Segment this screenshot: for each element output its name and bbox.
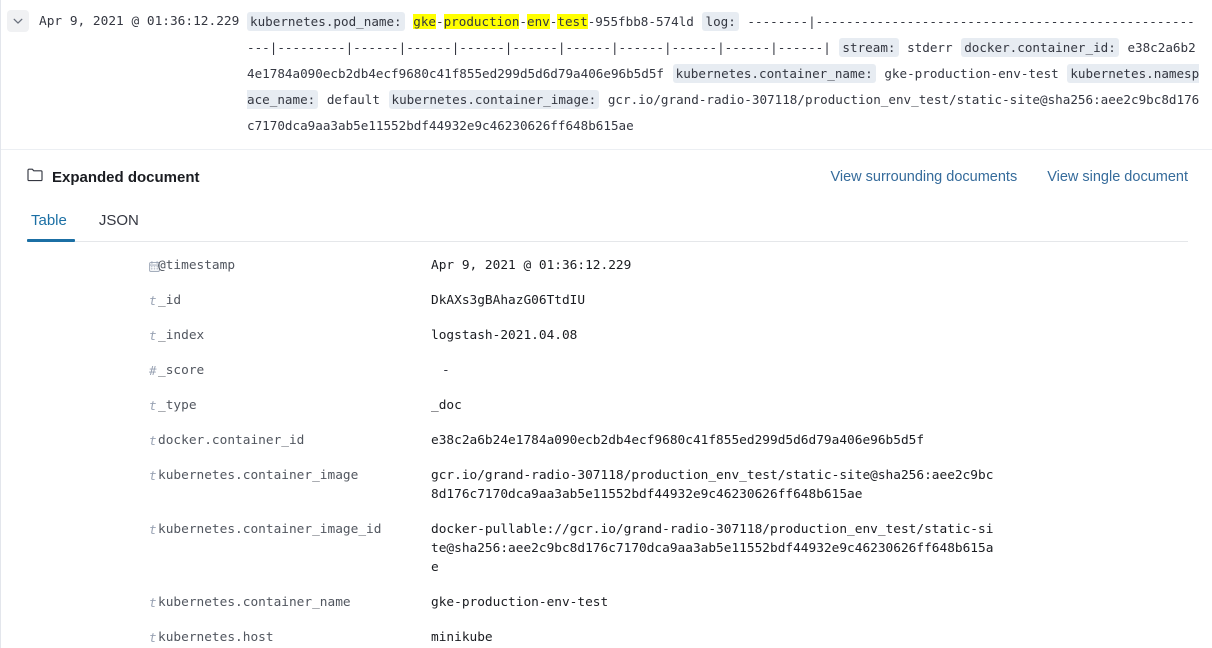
- summary-field-value: gke-production-env-test-955fbb8-574ld: [413, 14, 694, 29]
- field-value: -: [442, 363, 450, 378]
- field-name: _index: [158, 328, 205, 343]
- field-value: gcr.io/grand-radio-307118/production_env…: [431, 468, 994, 502]
- view-single-document-link[interactable]: View single document: [1047, 169, 1188, 185]
- string-type-icon: t: [149, 433, 157, 448]
- document-field-table: @timestamp Apr 9, 2021 @ 01:36:12.229 t _id…: [1, 242, 1212, 648]
- summary-field-key: stream:: [839, 38, 899, 57]
- string-type-icon: t: [149, 522, 157, 537]
- field-value: Apr 9, 2021 @ 01:36:12.229: [431, 258, 632, 273]
- string-type-icon: t: [149, 398, 157, 413]
- field-row: # _score -: [1, 353, 1212, 388]
- chevron-down-icon[interactable]: [7, 10, 29, 32]
- document-timestamp: Apr 9, 2021 @ 01:36:12.229: [39, 14, 240, 29]
- field-value: docker-pullable://gcr.io/grand-radio-307…: [431, 522, 994, 575]
- tab-table[interactable]: Table: [27, 204, 83, 242]
- field-name: @timestamp: [158, 258, 236, 273]
- field-row: t kubernetes.container_image_id docker-pul…: [1, 512, 1212, 585]
- summary-field-key: log:: [702, 12, 739, 31]
- document-view-tabs: Table JSON: [27, 204, 1188, 242]
- field-row: t kubernetes.container_name gke-production…: [1, 585, 1212, 620]
- field-row: t kubernetes.container_image gcr.io/grand-…: [1, 458, 1212, 512]
- summary-field-key: kubernetes.container_name:: [672, 64, 876, 83]
- expanded-document-links: View surrounding documents View single d…: [830, 169, 1188, 185]
- search-highlight: test: [557, 14, 588, 29]
- string-type-icon: t: [149, 630, 157, 645]
- field-name: kubernetes.host: [158, 630, 274, 645]
- view-surrounding-documents-link[interactable]: View surrounding documents: [830, 169, 1017, 185]
- field-value: gke-production-env-test: [431, 595, 609, 610]
- field-value: minikube: [431, 630, 493, 645]
- summary-field-value: stderr: [907, 40, 953, 55]
- field-row: t _type _doc: [1, 388, 1212, 423]
- field-name: docker.container_id: [158, 433, 305, 448]
- field-value: logstash-2021.04.08: [431, 328, 578, 343]
- field-name: kubernetes.container_image: [158, 468, 359, 483]
- field-name: _score: [158, 363, 205, 378]
- folder-icon: [27, 168, 43, 186]
- field-value: e38c2a6b24e1784a090ecb2db4ecf9680c41f855…: [431, 433, 925, 448]
- number-type-icon: #: [149, 363, 157, 378]
- field-row: t kubernetes.host minikube: [1, 620, 1212, 648]
- summary-field-key: docker.container_id:: [961, 38, 1119, 57]
- field-value: DkAXs3gBAhazG06TtdIU: [431, 293, 586, 308]
- expanded-document-title: Expanded document: [27, 168, 200, 186]
- field-row: @timestamp Apr 9, 2021 @ 01:36:12.229: [1, 248, 1212, 283]
- search-highlight: gke: [413, 14, 436, 29]
- search-highlight: env: [527, 14, 550, 29]
- field-name: kubernetes.container_image_id: [158, 522, 382, 537]
- field-row: t docker.container_id e38c2a6b24e1784a090e…: [1, 423, 1212, 458]
- field-row: t _id DkAXs3gBAhazG06TtdIU: [1, 283, 1212, 318]
- field-row: t _index logstash-2021.04.08: [1, 318, 1212, 353]
- field-name: kubernetes.container_name: [158, 595, 351, 610]
- summary-field-value: gke-production-env-test: [884, 66, 1059, 81]
- summary-field-value: default: [326, 92, 380, 107]
- document-summary-row: Apr 9, 2021 @ 01:36:12.229 kubernetes.po…: [1, 0, 1212, 150]
- field-name: _id: [158, 293, 182, 308]
- string-type-icon: t: [149, 293, 157, 308]
- document-summary: kubernetes.pod_name: gke-production-env-…: [247, 9, 1200, 139]
- search-highlight: production: [443, 14, 520, 29]
- summary-field-key: kubernetes.container_image:: [388, 90, 600, 109]
- field-value: _doc: [431, 398, 462, 413]
- string-type-icon: t: [149, 468, 157, 483]
- expanded-document-page: Apr 9, 2021 @ 01:36:12.229 kubernetes.po…: [0, 0, 1212, 648]
- tab-json[interactable]: JSON: [83, 204, 155, 241]
- expanded-document-header: Expanded document View surrounding docum…: [1, 150, 1212, 200]
- field-name: _type: [158, 398, 197, 413]
- expanded-document-label: Expanded document: [52, 168, 200, 186]
- summary-field-key: kubernetes.pod_name:: [247, 12, 405, 31]
- string-type-icon: t: [149, 328, 157, 343]
- string-type-icon: t: [149, 595, 157, 610]
- calendar-icon: [1, 256, 160, 275]
